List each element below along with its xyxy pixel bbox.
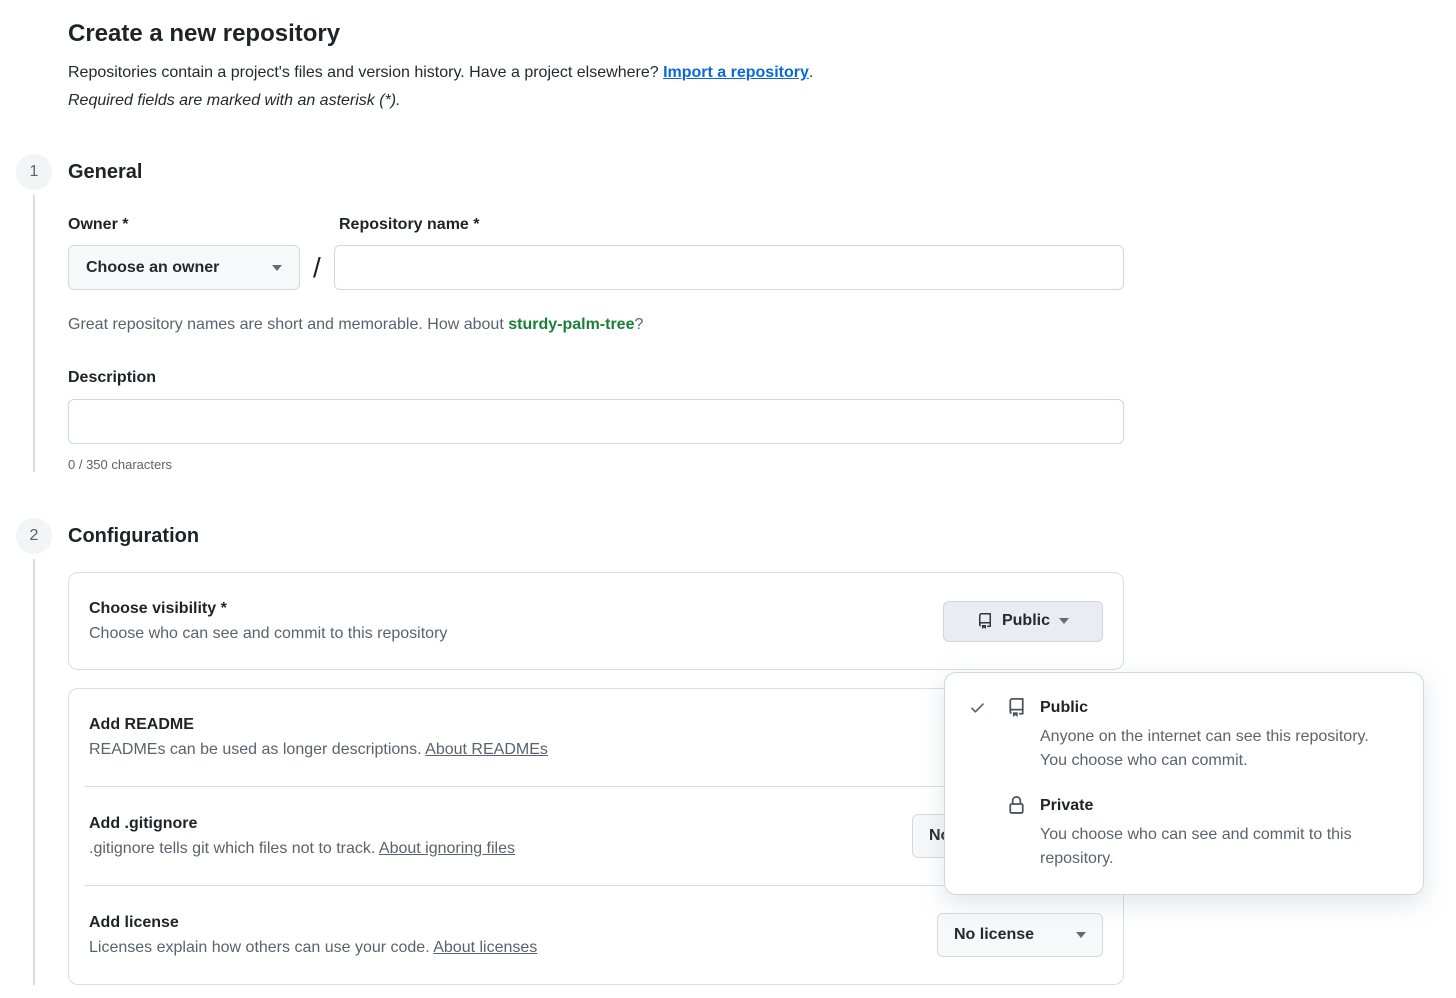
- import-repository-link[interactable]: Import a repository: [663, 64, 809, 81]
- visibility-button-label: Public: [1002, 612, 1050, 630]
- lock-icon: [1007, 794, 1040, 816]
- repo-icon: [977, 613, 993, 629]
- chevron-down-icon: [272, 265, 282, 276]
- subtitle-suffix: .: [809, 64, 813, 81]
- choose-owner-label: Choose an owner: [86, 259, 219, 277]
- owner-repo-separator: /: [300, 252, 334, 284]
- suggestion-prefix: Great repository names are short and mem…: [68, 316, 508, 333]
- page-subtitle: Repositories contain a project's files a…: [68, 64, 1456, 82]
- license-desc-text: Licenses explain how others can use your…: [89, 939, 433, 956]
- section-general: 1 General Owner * Repository name * Choo…: [0, 154, 1456, 472]
- about-licenses-link[interactable]: About licenses: [433, 939, 537, 956]
- add-license-description: Licenses explain how others can use your…: [89, 939, 537, 957]
- required-fields-note: Required fields are marked with an aster…: [68, 92, 1456, 110]
- visibility-option-private[interactable]: Private You choose who can see and commi…: [969, 794, 1399, 871]
- suggestion-suffix: ?: [634, 316, 643, 333]
- description-input[interactable]: [68, 399, 1124, 444]
- choose-visibility-subtitle: Choose who can see and commit to this re…: [89, 625, 447, 643]
- step-number-1: 1: [16, 154, 52, 190]
- license-button-label: No license: [954, 926, 1034, 944]
- repo-icon: [1007, 696, 1040, 718]
- step-rail-2: 2: [0, 518, 68, 985]
- option-public-label: Public: [1040, 696, 1399, 720]
- description-label: Description: [68, 369, 1124, 387]
- add-readme-description: READMEs can be used as longer descriptio…: [89, 741, 548, 759]
- visibility-option-public[interactable]: Public Anyone on the internet can see th…: [969, 696, 1399, 773]
- choose-visibility-title: Choose visibility *: [89, 600, 447, 618]
- add-readme-title: Add README: [89, 716, 548, 734]
- page-title: Create a new repository: [68, 20, 1456, 48]
- step-rail-line-1: [33, 195, 35, 472]
- visibility-dropdown-button[interactable]: Public: [943, 601, 1103, 642]
- page-header: Create a new repository Repositories con…: [0, 0, 1456, 110]
- check-placeholder: [969, 794, 1007, 797]
- step-rail-1: 1: [0, 154, 68, 472]
- add-gitignore-description: .gitignore tells git which files not to …: [89, 840, 515, 858]
- repository-name-label: Repository name *: [339, 216, 479, 234]
- repository-name-input[interactable]: [334, 245, 1124, 290]
- add-license-row: Add license Licenses explain how others …: [85, 885, 1107, 984]
- about-readmes-link[interactable]: About READMEs: [425, 741, 548, 758]
- chevron-down-icon: [1059, 618, 1069, 629]
- option-private-label: Private: [1040, 794, 1399, 818]
- choose-owner-dropdown[interactable]: Choose an owner: [68, 245, 300, 290]
- about-ignoring-files-link[interactable]: About ignoring files: [379, 840, 515, 857]
- visibility-dropdown-panel: Public Anyone on the internet can see th…: [944, 672, 1424, 895]
- option-public-description: Anyone on the internet can see this repo…: [1040, 725, 1378, 773]
- check-icon: [969, 696, 1007, 717]
- add-license-title: Add license: [89, 914, 537, 932]
- step-number-2: 2: [16, 518, 52, 554]
- license-dropdown[interactable]: No license: [937, 913, 1103, 957]
- readme-desc-text: READMEs can be used as longer descriptio…: [89, 741, 425, 758]
- step-rail-line-2: [33, 559, 35, 985]
- configuration-heading: Configuration: [68, 518, 1124, 554]
- owner-label: Owner *: [68, 216, 339, 234]
- general-heading: General: [68, 154, 1124, 190]
- gitignore-desc-text: .gitignore tells git which files not to …: [89, 840, 379, 857]
- chevron-down-icon: [1076, 932, 1086, 943]
- option-private-description: You choose who can see and commit to thi…: [1040, 823, 1378, 871]
- repo-name-suggestion: Great repository names are short and mem…: [68, 316, 1124, 334]
- subtitle-text: Repositories contain a project's files a…: [68, 64, 659, 81]
- add-gitignore-title: Add .gitignore: [89, 815, 515, 833]
- visibility-card: Choose visibility * Choose who can see a…: [68, 572, 1124, 670]
- character-counter: 0 / 350 characters: [68, 457, 1124, 472]
- suggested-repo-name: sturdy-palm-tree: [508, 316, 634, 333]
